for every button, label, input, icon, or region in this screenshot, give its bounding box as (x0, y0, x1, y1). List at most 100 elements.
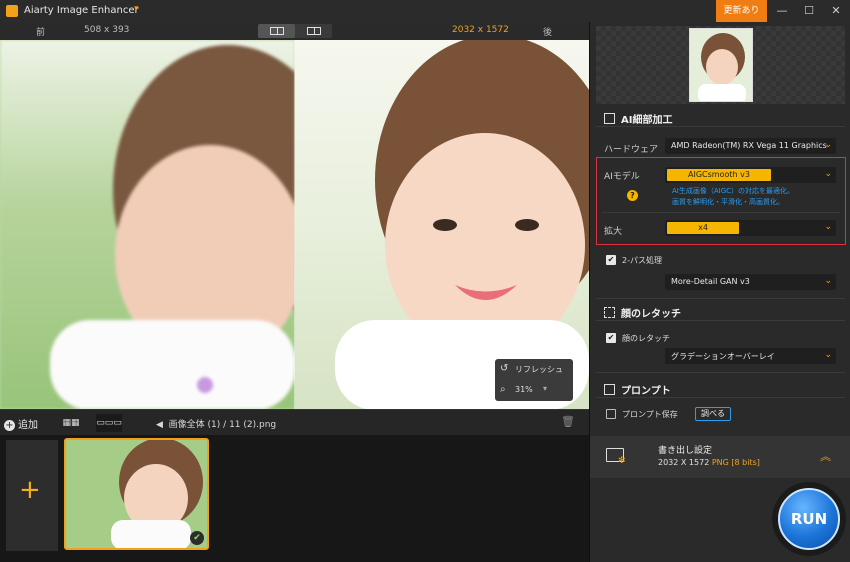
hardware-label: ハードウェア (604, 145, 659, 155)
zoom-control: ↺ リフレッシュ ⌕ 31% ▾ (495, 359, 573, 401)
chevron-down-icon: ▾ (543, 384, 548, 393)
export-bits: [8 bits] (731, 458, 760, 467)
prompt-check-button[interactable]: 調べる (695, 407, 731, 421)
upscale-value: x4 (698, 223, 708, 232)
compare-divider-handle[interactable] (294, 40, 295, 409)
prompt-save-checkbox[interactable] (606, 409, 616, 419)
chevron-down-icon: ⌄ (824, 350, 832, 360)
divider (596, 298, 845, 299)
original-size: 508 x 393 (84, 25, 130, 35)
zoom-icon: ⌕ (500, 384, 506, 395)
ai-model-value: AIGCsmooth v3 (688, 170, 750, 179)
plus-icon: + (19, 475, 41, 505)
title-bar: Aiarty Image Enhancer ▾ 更新あり — ☐ ✕ (0, 0, 850, 22)
back-arrow-icon[interactable]: ◀ (156, 420, 163, 430)
add-circle-icon: + (4, 420, 15, 431)
minimize-icon[interactable]: — (771, 2, 793, 20)
split-view-button[interactable] (258, 24, 295, 38)
ai-section-title: AI細部加工 (604, 111, 672, 126)
face-mode-value: グラデーションオーバーレイ (671, 352, 775, 361)
prompt-section-title: プロンプト (604, 382, 671, 397)
face-section-title: 顔のレタッチ (604, 305, 681, 320)
settings-panel: AI細部加工 ハードウェア AMD Radeon(TM) RX Vega 11 … (589, 22, 850, 562)
ai-model-description-line-1: AI生成画像（AIGC）の対応を最適化。 (672, 187, 795, 195)
face-mode-select[interactable]: グラデーションオーバーレイ ⌄ (665, 348, 836, 364)
export-settings[interactable]: ✻ 書き出し設定 2032 X 1572 PNG [8 bits] ︽ (590, 436, 850, 478)
update-available-button[interactable]: 更新あり (716, 0, 767, 22)
preview-canvas[interactable] (0, 40, 589, 409)
ai-model-select[interactable]: AIGCsmooth v3 ⌄ (665, 167, 836, 183)
before-label: 前 (36, 28, 46, 38)
help-icon[interactable]: ? (627, 190, 638, 201)
close-icon[interactable]: ✕ (825, 2, 847, 20)
chevron-up-icon[interactable]: ︽ (820, 448, 831, 464)
hardware-value: AMD Radeon(TM) RX Vega 11 Graphics (671, 141, 827, 150)
zoom-select[interactable]: ⌕ 31% ▾ (495, 380, 573, 401)
refresh-button[interactable]: ↺ リフレッシュ (495, 359, 573, 380)
breadcrumb: ◀ 画像全体 (1) / 11 (2).png (156, 417, 276, 430)
hardware-select[interactable]: AMD Radeon(TM) RX Vega 11 Graphics ⌄ (665, 138, 836, 154)
maximize-icon[interactable]: ☐ (798, 2, 820, 20)
upscale-fill: x4 (667, 222, 739, 234)
face-retouch-checkbox[interactable]: ✔ (606, 333, 616, 343)
divider (596, 320, 845, 321)
app-title: Aiarty Image Enhancer (24, 5, 139, 16)
divider (596, 126, 845, 127)
ai-detail-icon (604, 113, 615, 124)
prompt-save-label: プロンプト保存 (622, 410, 678, 419)
navigator-thumbnail[interactable] (689, 28, 753, 102)
export-info: 2032 X 1572 PNG [8 bits] (658, 458, 760, 467)
export-format: PNG (711, 458, 729, 467)
face-scan-icon (604, 307, 615, 318)
run-button[interactable]: RUN (778, 488, 840, 550)
two-pass-checkbox[interactable]: ✔ (606, 255, 616, 265)
side-by-side-icon (307, 27, 321, 35)
ai-model-fill: AIGCsmooth v3 (667, 169, 771, 181)
image-thumbnail[interactable]: ✔ (64, 438, 209, 550)
divider (602, 212, 840, 213)
original-image (0, 40, 295, 409)
export-size: 2032 X 1572 (658, 458, 710, 467)
chevron-down-icon: ⌄ (824, 276, 832, 286)
add-label: 追加 (18, 420, 38, 431)
thumbnail-strip: + ✔ (0, 435, 589, 562)
trash-icon[interactable]: 🗑 (561, 415, 575, 428)
strip-view-button[interactable]: ▭▭▭ (96, 414, 122, 432)
divider (596, 397, 845, 398)
document-icon (604, 384, 615, 395)
upscale-select[interactable]: x4 ⌄ (665, 220, 836, 236)
ai-model-label: AIモデル (604, 172, 640, 182)
check-icon: ✔ (190, 531, 204, 545)
chevron-down-icon: ⌄ (824, 222, 832, 232)
app-menu-chevron-down-icon[interactable]: ▾ (134, 4, 139, 14)
refresh-label: リフレッシュ (515, 365, 563, 374)
ai-model-description-line-2: 画質を鮮明化・平滑化・高画質化。 (672, 198, 784, 206)
gear-icon: ✻ (618, 456, 626, 466)
breadcrumb-file-name: 11 (2).png (229, 420, 277, 430)
upscale-label: 拡大 (604, 227, 623, 237)
output-size: 2032 x 1572 (452, 25, 509, 35)
add-image-button[interactable]: + 追加 (4, 416, 38, 431)
navigator-preview (596, 26, 845, 104)
export-title: 書き出し設定 (658, 446, 713, 456)
grid-view-button[interactable]: ▦▦ (58, 414, 84, 432)
enhanced-image (295, 40, 589, 409)
image-list-toolbar: + 追加 ▦▦ ▭▭▭ ◀ 画像全体 (1) / 11 (2).png 🗑 (0, 409, 589, 435)
app-logo-icon (6, 5, 18, 17)
chevron-down-icon: ⌄ (824, 140, 832, 150)
split-view-icon (270, 27, 284, 35)
zoom-value: 31% (515, 385, 533, 394)
two-pass-model-value: More-Detail GAN v3 (671, 277, 750, 286)
refresh-icon: ↺ (500, 363, 509, 374)
chevron-down-icon: ⌄ (824, 169, 832, 179)
breadcrumb-separator: / (223, 420, 227, 430)
after-label: 後 (543, 28, 553, 38)
breadcrumb-all-images[interactable]: 画像全体 (1) (169, 420, 221, 430)
side-by-side-view-button[interactable] (295, 24, 332, 38)
add-image-tile[interactable]: + (6, 440, 58, 551)
divider (596, 372, 845, 373)
two-pass-model-select[interactable]: More-Detail GAN v3 ⌄ (665, 274, 836, 290)
two-pass-label: 2-パス処理 (622, 256, 662, 265)
face-retouch-label: 顔のレタッチ (622, 334, 670, 343)
compare-bar: 前 508 x 393 2032 x 1572 後 (0, 22, 589, 40)
